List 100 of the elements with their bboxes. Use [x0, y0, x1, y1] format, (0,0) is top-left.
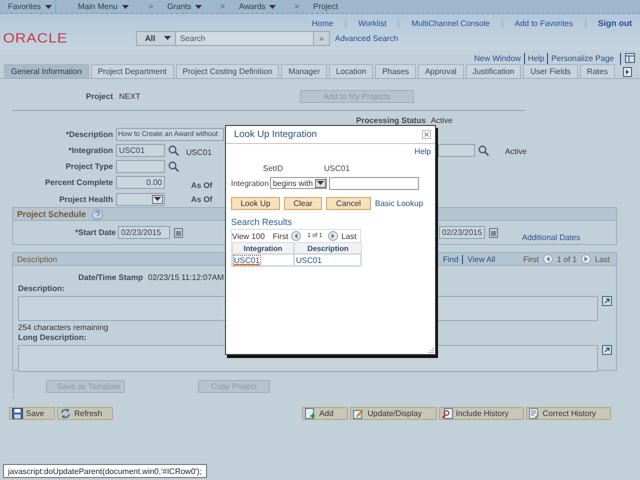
- field-label: Long Description:: [17, 333, 88, 344]
- header-link[interactable]: Worklist: [345, 18, 398, 28]
- status-value: Active: [430, 116, 453, 124]
- nav-menu-item[interactable]: Project: [313, 2, 338, 11]
- next-icon[interactable]: [580, 254, 591, 264]
- toolbar-button[interactable]: Add: [302, 407, 348, 420]
- help-icon[interactable]: [92, 208, 103, 220]
- field-label: Project Health: [58, 194, 113, 204]
- row-count: 1 of 1: [556, 254, 577, 264]
- field-label: SetID: [262, 164, 283, 172]
- refresh-icon: [60, 408, 72, 419]
- tab[interactable]: Rates: [580, 64, 615, 78]
- toolbar-button[interactable]: Save: [9, 407, 56, 420]
- nav-menu-item[interactable]: Awards: [238, 2, 276, 11]
- help-link[interactable]: Help: [414, 147, 431, 156]
- sign-out-link[interactable]: Sign out: [585, 18, 632, 28]
- section-title: Description: [17, 254, 58, 264]
- calendar-icon[interactable]: [489, 228, 498, 238]
- header-link[interactable]: Add to Favorites: [502, 18, 585, 28]
- field-label: Integration: [231, 178, 269, 188]
- result-link[interactable]: USC01: [296, 256, 322, 264]
- percent-complete-field[interactable]: 0.00: [116, 176, 165, 189]
- lookup-button[interactable]: Clear: [284, 197, 322, 210]
- start-date-field[interactable]: 02/23/2015: [118, 226, 170, 239]
- caret-icon: [44, 4, 52, 8]
- tab[interactable]: Approval: [418, 64, 464, 78]
- search-icon[interactable]: [168, 145, 179, 156]
- calendar-icon[interactable]: [174, 228, 183, 238]
- caret-icon: [269, 4, 276, 8]
- layout-icon[interactable]: [625, 52, 635, 62]
- first-label: First: [272, 232, 288, 240]
- toolbar-button[interactable]: Include History: [438, 407, 524, 420]
- project-type-field[interactable]: [116, 160, 165, 173]
- find-link[interactable]: Find: [442, 254, 458, 264]
- next-icon[interactable]: [328, 231, 338, 241]
- header-link[interactable]: MultiChannel Console: [398, 18, 502, 28]
- search-icon[interactable]: [168, 161, 179, 172]
- previous-icon[interactable]: [291, 231, 302, 241]
- tab[interactable]: User Fields: [523, 64, 578, 78]
- nav-menu-item[interactable]: Favorites: [8, 2, 52, 11]
- resize-grip-icon[interactable]: [428, 347, 434, 353]
- expand-icon[interactable]: [602, 345, 612, 355]
- view-100-link[interactable]: View 100: [232, 232, 265, 240]
- integration-input[interactable]: [328, 176, 419, 190]
- breadcrumb-separator: >: [220, 2, 225, 11]
- tab[interactable]: Justification: [466, 64, 522, 78]
- header-link[interactable]: Home: [300, 18, 346, 28]
- date-field[interactable]: 02/23/2015: [439, 226, 485, 239]
- tab[interactable]: General Information: [4, 64, 89, 78]
- tab[interactable]: Manager: [281, 64, 328, 78]
- field-label: Description:: [17, 284, 66, 295]
- tab[interactable]: Phases: [375, 64, 416, 78]
- field-label: *Integration: [68, 146, 113, 155]
- nav-menu-item[interactable]: Grants: [167, 2, 202, 11]
- previous-icon[interactable]: [542, 254, 553, 264]
- page-link[interactable]: New Window: [471, 53, 524, 64]
- lookup-button[interactable]: Cancel: [326, 197, 371, 210]
- search-field[interactable]: Search: [176, 30, 314, 46]
- search-page-icon: [442, 408, 453, 419]
- toolbar-button[interactable]: Update/Display: [350, 407, 437, 420]
- tab[interactable]: Project Department: [90, 64, 174, 78]
- field-label: *Start Date: [74, 228, 116, 237]
- characters-remaining: 254 characters remaining: [17, 322, 110, 333]
- pencil-icon: [353, 408, 364, 419]
- caret-icon: [154, 197, 161, 201]
- toolbar-button[interactable]: Refresh: [57, 407, 114, 420]
- edit-page-icon: [528, 408, 540, 419]
- setid-value: USC01: [324, 164, 350, 172]
- additional-dates-link[interactable]: Additional Dates: [522, 233, 580, 242]
- search-go-button[interactable]: »: [314, 30, 330, 46]
- operator-dropdown[interactable]: begins with: [270, 177, 327, 189]
- field-label: Percent Complete: [44, 178, 113, 187]
- field-label: Project Type: [64, 162, 113, 171]
- nav-menu-item[interactable]: Main Menu: [78, 2, 129, 11]
- integration-description: USC01: [186, 148, 212, 157]
- view-all-link[interactable]: View All: [462, 254, 496, 264]
- caret-icon: [122, 4, 129, 8]
- integration-field[interactable]: USC01: [116, 144, 165, 157]
- input-field[interactable]: [438, 144, 475, 157]
- basic-lookup-link[interactable]: Basic Lookup: [375, 199, 424, 208]
- search-scope-dropdown[interactable]: All: [136, 30, 176, 46]
- section-title: Project Schedule: [17, 209, 86, 219]
- tab[interactable]: Project Costing Definition: [176, 64, 280, 78]
- next-tab-icon[interactable]: [622, 66, 632, 76]
- caret-icon: [195, 4, 202, 8]
- field-label: As Of: [191, 180, 212, 190]
- field-label: Processing Status: [356, 116, 426, 124]
- expand-icon[interactable]: [602, 296, 612, 306]
- result-link[interactable]: USC01: [234, 256, 260, 264]
- search-icon[interactable]: [478, 145, 489, 156]
- field-label: Project: [84, 92, 113, 101]
- advanced-search-link[interactable]: Advanced Search: [335, 34, 398, 42]
- close-icon[interactable]: [422, 130, 431, 139]
- lookup-button[interactable]: Look Up: [231, 197, 280, 210]
- field-label: As Of: [191, 194, 212, 204]
- toolbar-button[interactable]: Correct History: [526, 407, 611, 420]
- add-page-icon: [305, 408, 316, 419]
- tab[interactable]: Location: [329, 64, 374, 78]
- project-id: NEXT: [119, 92, 142, 101]
- project-health-dropdown[interactable]: [116, 192, 165, 206]
